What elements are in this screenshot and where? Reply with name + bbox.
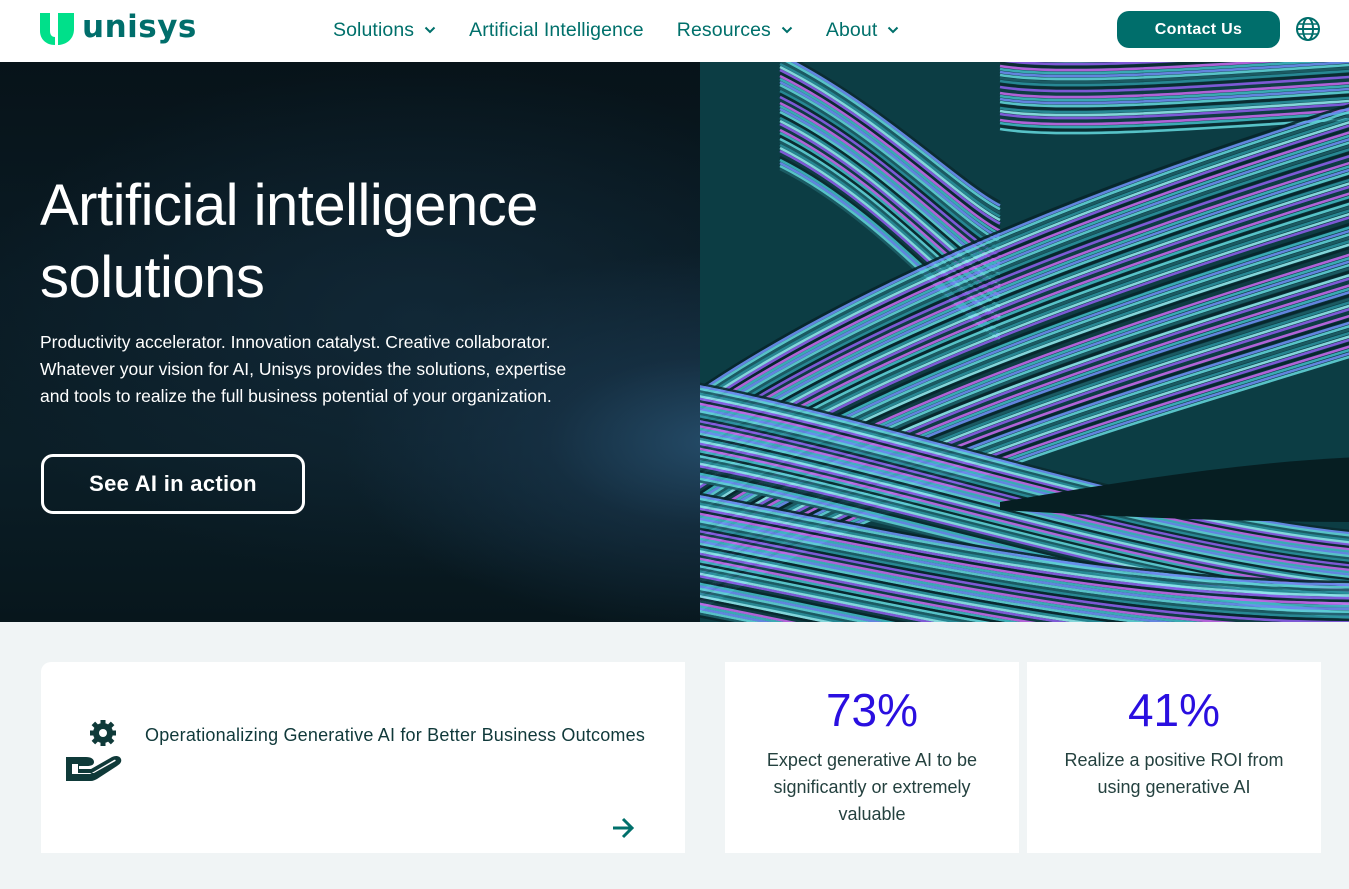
stat-value: 41% [1127, 684, 1221, 736]
hero-title-line: solutions [40, 245, 265, 310]
hero-section: Artificial intelligence solutions Produc… [0, 62, 700, 622]
chevron-down-icon [424, 26, 436, 34]
nav-label: Resources [676, 18, 771, 41]
site-header: unisys Solutions Artificial Intelligence… [0, 0, 1349, 62]
hero-title: Artificial intelligence solutions [40, 170, 538, 314]
nav-label: Solutions [333, 18, 415, 41]
main-nav: Solutions Artificial Intelligence Resour… [333, 16, 932, 44]
stat-card: 73% Expect generative AI to be significa… [725, 662, 1019, 853]
nav-label: Artificial Intelligence [469, 18, 644, 41]
feature-card-title: Operationalizing Generative AI for Bette… [145, 725, 646, 745]
nav-item-resources[interactable]: Resources [677, 19, 793, 42]
stat-card: 41% Realize a positive ROI from using ge… [1027, 662, 1321, 853]
nav-item-solutions[interactable]: Solutions [333, 19, 436, 42]
contact-us-button[interactable]: Contact Us [1117, 11, 1280, 48]
feature-card[interactable]: Operationalizing Generative AI for Bette… [41, 662, 685, 853]
chevron-down-icon [781, 26, 793, 34]
arrow-right-icon[interactable] [611, 817, 635, 839]
chevron-down-icon [888, 26, 899, 34]
hero-image [700, 62, 1349, 622]
abstract-fiber-strands-image [700, 62, 1349, 622]
logo-text: unisys [82, 9, 197, 45]
see-ai-in-action-button[interactable]: See AI in action [41, 454, 305, 514]
nav-label: About [825, 18, 878, 41]
logo-mark-icon [40, 13, 74, 45]
stat-label: Expect generative AI to be significantly… [766, 750, 978, 824]
hero-description: Productivity accelerator. Innovation cat… [40, 332, 567, 406]
nav-item-artificial-intelligence[interactable]: Artificial Intelligence [469, 19, 644, 42]
stat-value: 73% [825, 684, 919, 736]
nav-item-about[interactable]: About [826, 19, 899, 42]
unisys-logo[interactable]: unisys [40, 9, 197, 45]
hero-title-line: Artificial intelligence [40, 173, 538, 238]
stat-label: Realize a positive ROI from using genera… [1064, 750, 1284, 797]
globe-icon[interactable] [1295, 16, 1321, 42]
gear-hand-icon [66, 720, 122, 781]
